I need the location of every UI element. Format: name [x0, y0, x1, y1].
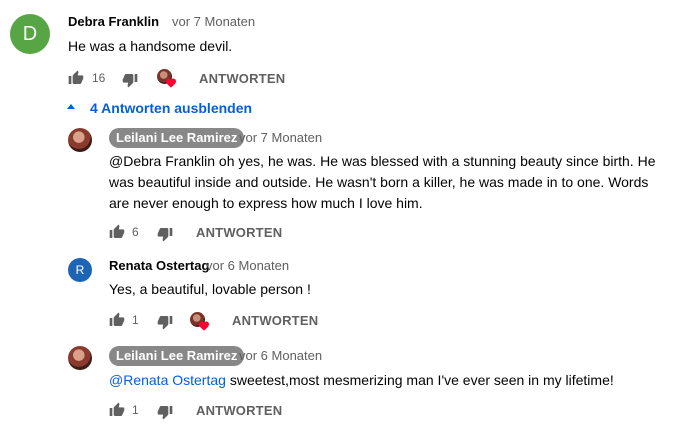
reply-text: Yes, a beautiful, lovable person !: [109, 281, 311, 297]
avatar-letter: D: [22, 22, 38, 45]
creator-heart: [190, 312, 210, 332]
reply-author[interactable]: Renata Ostertag: [109, 258, 209, 273]
reply-text: @Debra Franklin oh yes, he was. He was b…: [109, 151, 656, 214]
caret-up-icon[interactable]: [66, 103, 76, 111]
like-count: 16: [92, 71, 106, 85]
creator-heart: [157, 69, 177, 89]
mention-link[interactable]: @Renata Ostertag: [109, 372, 226, 388]
reply-button[interactable]: ANTWORTEN: [199, 71, 285, 86]
like-count: 1: [132, 403, 139, 417]
like-icon[interactable]: [109, 224, 125, 240]
avatar-letter: R: [75, 263, 85, 277]
reply-button[interactable]: ANTWORTEN: [196, 403, 282, 418]
reply-time[interactable]: vor 7 Monaten: [239, 130, 322, 145]
comment-text: He was a handsome devil.: [68, 38, 233, 54]
heart-icon: [166, 78, 176, 88]
reply-time[interactable]: vor 6 Monaten: [239, 348, 322, 363]
reply-text-body: sweetest,most mesmerizing man I've ever …: [225, 372, 614, 388]
like-count: 6: [132, 225, 139, 239]
reply-time[interactable]: vor 6 Monaten: [206, 258, 289, 273]
heart-icon: [199, 321, 209, 331]
avatar-debra[interactable]: D: [10, 14, 50, 54]
dislike-icon[interactable]: [122, 72, 138, 88]
avatar-leilani[interactable]: [68, 346, 92, 370]
reply-text: @Renata Ostertag sweetest,most mesmerizi…: [109, 370, 614, 391]
reply-button[interactable]: ANTWORTEN: [196, 225, 282, 240]
hide-replies-toggle[interactable]: 4 Antworten ausblenden: [90, 100, 252, 116]
reply-text-line: was beautiful inside and outside. He was…: [109, 174, 649, 190]
reply-text-line: @Debra Franklin oh yes, he was. He was b…: [109, 153, 656, 169]
like-icon[interactable]: [68, 70, 84, 86]
like-count: 1: [132, 313, 139, 327]
reply-text-line: are never enough to express how much I l…: [109, 195, 423, 211]
reply-author-badge[interactable]: Leilani Lee Ramirez: [109, 128, 245, 148]
dislike-icon[interactable]: [157, 314, 173, 330]
dislike-icon[interactable]: [157, 404, 173, 420]
reply-button[interactable]: ANTWORTEN: [232, 313, 318, 328]
comment-author[interactable]: Debra Franklin: [68, 14, 159, 29]
dislike-icon[interactable]: [157, 226, 173, 242]
avatar-leilani[interactable]: [68, 128, 92, 152]
like-icon[interactable]: [109, 312, 125, 328]
comment-time[interactable]: vor 7 Monaten: [172, 14, 255, 29]
avatar-renata[interactable]: R: [68, 258, 92, 282]
like-icon[interactable]: [109, 402, 125, 418]
reply-author-badge[interactable]: Leilani Lee Ramirez: [109, 346, 245, 366]
